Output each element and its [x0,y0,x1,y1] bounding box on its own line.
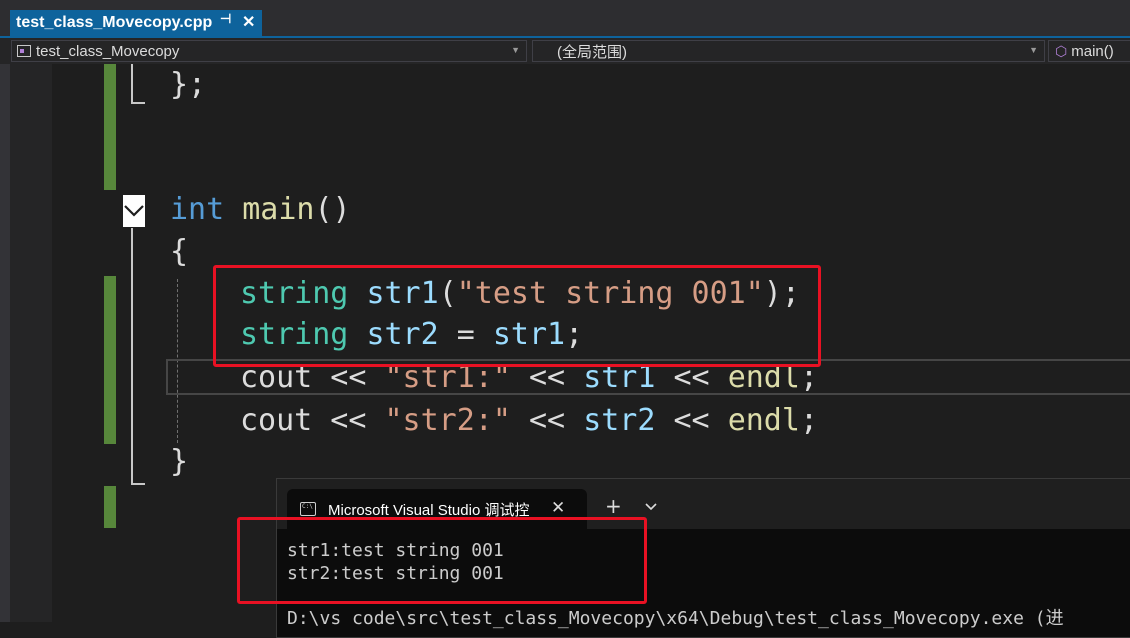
change-indicator [104,486,116,528]
code-line-open-brace: { [170,234,189,269]
change-indicator [104,276,116,444]
code-line-closing-brace-semicolon: }; [170,67,207,102]
new-tab-button[interactable]: + [605,496,622,516]
left-ruler [0,64,10,622]
project-icon [17,45,31,57]
close-icon[interactable]: ✕ [551,498,565,518]
code-line-main-signature: int main() [170,192,351,227]
highlight-box-declarations [213,265,821,367]
scope-guide [131,228,133,485]
chevron-down-icon[interactable]: ▼ [1029,45,1038,55]
function-dropdown[interactable]: ⬡ main() [1048,40,1130,62]
project-dropdown[interactable]: test_class_Movecopy ▼ [11,40,527,62]
terminal-icon: C:\ [300,502,316,516]
pin-icon[interactable]: ⊣ [220,11,231,27]
glyph-margin [10,64,52,622]
console-path-line: D:\vs code\src\test_class_Movecopy\x64\D… [287,608,1064,629]
function-label: main() [1071,42,1114,60]
scope-dropdown[interactable]: (全局范围) ▼ [532,40,1045,62]
keyword-int: int [170,192,225,227]
scope-label: (全局范围) [557,43,627,61]
scope-guide-end [131,483,145,485]
highlight-box-output [237,517,647,604]
chevron-down-icon [124,205,144,217]
code-line-cout-str2: cout << "str2:" << str2 << endl; [240,403,818,438]
scope-guide-end [131,102,145,104]
scope-guide [131,64,133,104]
project-name: test_class_Movecopy [36,42,180,60]
tab-test-class-movecopy-cpp[interactable]: test_class_Movecopy.cpp ⊣ ✕ [10,10,262,36]
document-tab-strip: test_class_Movecopy.cpp ⊣ ✕ [0,0,1130,36]
chevron-down-icon[interactable] [645,503,657,511]
change-indicator [104,64,116,190]
navigation-bar: test_class_Movecopy ▼ (全局范围) ▼ ⬡ main() [0,38,1130,64]
function-main: main [242,192,315,227]
tab-title: test_class_Movecopy.cpp [16,14,213,31]
close-tab-icon[interactable]: ✕ [242,12,255,32]
chevron-down-icon[interactable]: ▼ [511,45,520,55]
code-line-close-brace: } [170,444,189,479]
cube-icon: ⬡ [1055,42,1068,59]
collapse-outline-button[interactable] [123,195,145,227]
